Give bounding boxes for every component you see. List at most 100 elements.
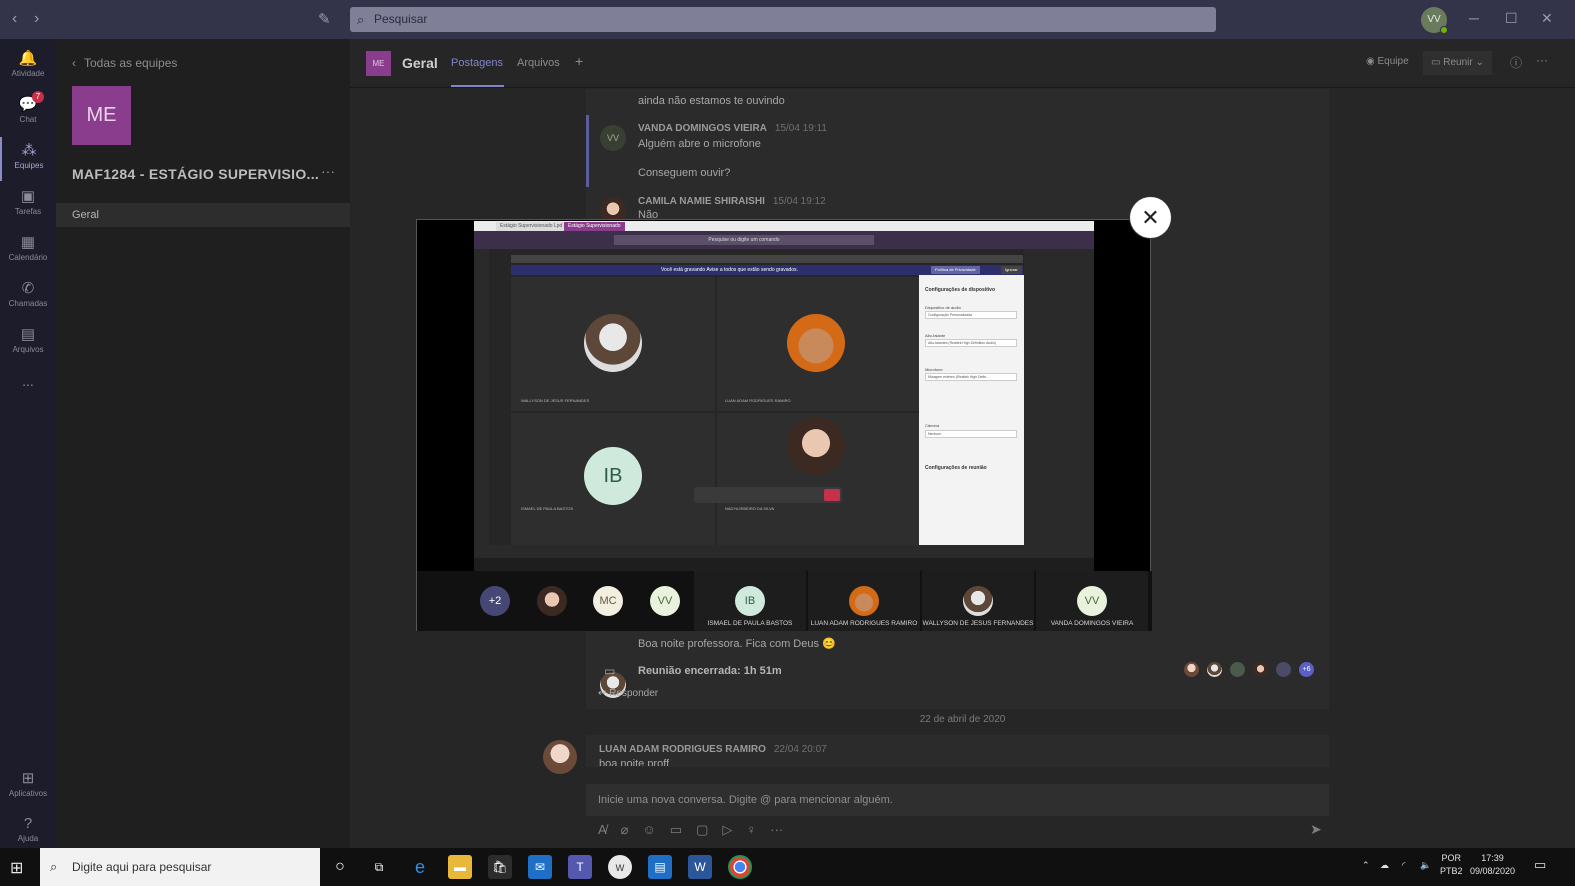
edge-icon[interactable]: e bbox=[408, 855, 432, 879]
message-text: Boa noite professora. Fica com Deus 😊 bbox=[638, 638, 836, 650]
clock-date: 09/08/2020 bbox=[1470, 866, 1516, 876]
add-tab-button[interactable]: + bbox=[575, 53, 583, 69]
rail-item-files[interactable]: ▤ Arquivos bbox=[0, 321, 56, 365]
compose-icon[interactable]: ✎ bbox=[318, 10, 336, 28]
taskbar-search-input[interactable]: ⌕ Digite aqui para pesquisar bbox=[40, 848, 320, 886]
more-options-button[interactable]: ··· bbox=[1536, 53, 1548, 67]
language-indicator[interactable]: POR PTB2 bbox=[1440, 852, 1463, 878]
message-time: 15/04 19:12 bbox=[772, 196, 826, 207]
rail-label: Chat bbox=[19, 115, 37, 124]
user-initials: VV bbox=[1427, 14, 1441, 25]
panel-subtitle: Configurações de reunião bbox=[925, 465, 987, 471]
rail-more-button[interactable]: ... bbox=[0, 371, 56, 391]
volume-icon[interactable]: 🔈 bbox=[1420, 859, 1431, 872]
participant-avatar bbox=[1184, 662, 1199, 677]
policy-button: Política de Privacidade bbox=[931, 266, 980, 274]
minimize-icon[interactable]: ─ bbox=[1469, 10, 1479, 26]
gif-icon[interactable]: ▭ bbox=[670, 822, 682, 837]
participant-cell: IB ISMAEL DE PAULA BASTOS bbox=[694, 571, 806, 631]
wifi-icon[interactable]: ◜ bbox=[1402, 859, 1406, 872]
onedrive-icon[interactable]: ☁ bbox=[1380, 859, 1389, 872]
message-time: 15/04 19:11 bbox=[774, 123, 827, 134]
teams-taskbar-icon[interactable]: T bbox=[568, 855, 592, 879]
word-icon[interactable]: W bbox=[688, 855, 712, 879]
clock-time: 17:39 bbox=[1481, 853, 1504, 863]
message-card: LUAN ADAM RODRIGUES RAMIRO 22/04 20:07 bo… bbox=[586, 735, 1329, 767]
back-arrow-icon[interactable]: ‹ bbox=[12, 10, 17, 28]
search-input[interactable]: ⌕ Pesquisar bbox=[350, 7, 1216, 32]
windows-start-icon[interactable]: ⊞ bbox=[10, 858, 23, 878]
tile-name: LUAN ADAM RODRIGUES RAMIRO bbox=[725, 398, 791, 403]
files-icon: ▤ bbox=[20, 326, 36, 343]
team-logo: ME bbox=[72, 86, 131, 145]
team-panel: ‹ Todas as equipes ME MAF1284 - ESTÁGIO S… bbox=[56, 39, 350, 848]
tab-postagens[interactable]: Postagens bbox=[451, 57, 503, 69]
user-avatar[interactable]: VV bbox=[1421, 7, 1448, 34]
mail-icon[interactable]: ✉ bbox=[528, 855, 552, 879]
keyboard-code: PTB2 bbox=[1440, 866, 1463, 876]
active-tab-indicator bbox=[451, 85, 504, 87]
forward-arrow-icon[interactable]: › bbox=[34, 10, 39, 28]
channel-item-geral[interactable]: Geral bbox=[56, 203, 350, 227]
app-icon[interactable]: w bbox=[608, 855, 632, 879]
format-icon[interactable]: A̸ bbox=[598, 822, 607, 837]
participant-name: ISMAEL DE PAULA BASTOS bbox=[707, 620, 793, 627]
inner-banner bbox=[511, 255, 1023, 263]
reply-label: Responder bbox=[609, 688, 659, 699]
more-tools-icon[interactable]: ··· bbox=[770, 822, 783, 837]
sticker-icon[interactable]: ▢ bbox=[696, 822, 708, 837]
bell-icon: 🔔 bbox=[18, 50, 38, 67]
message-author: LUAN ADAM RODRIGUES RAMIRO 22/04 20:07 bbox=[599, 744, 827, 755]
praise-icon[interactable]: ♀ bbox=[746, 822, 756, 837]
tile-name: NADYA RIBEIRO DA SILVA bbox=[725, 506, 775, 511]
close-window-icon[interactable]: ✕ bbox=[1541, 10, 1553, 27]
rail-label: Aplicativos bbox=[8, 789, 48, 798]
inner-taskbar bbox=[474, 558, 1094, 571]
team-button[interactable]: ◉ Equipe bbox=[1366, 56, 1409, 67]
rail-item-activity[interactable]: 🔔 Atividade bbox=[0, 45, 56, 89]
panel-label: Câmera bbox=[925, 423, 940, 428]
rail-item-calls[interactable]: ✆ Chamadas bbox=[0, 275, 56, 319]
task-view-icon[interactable]: ⧉ bbox=[367, 855, 391, 879]
team-more-button[interactable]: ··· bbox=[321, 163, 335, 179]
browser-tab: Estágio Supervisionado bbox=[564, 222, 625, 231]
rail-item-chat[interactable]: 💬 7 Chat bbox=[0, 91, 56, 135]
store-icon[interactable]: 🛍 bbox=[488, 855, 512, 879]
attach-icon[interactable]: ⌀ bbox=[621, 822, 629, 837]
clock[interactable]: 17:39 09/08/2020 bbox=[1470, 852, 1515, 878]
more-participants: +2 bbox=[480, 586, 510, 616]
rail-item-teams[interactable]: ⁂ Equipes bbox=[0, 137, 56, 181]
rail-item-apps[interactable]: ⊞ Aplicativos bbox=[0, 765, 56, 809]
phone-icon: ✆ bbox=[21, 280, 35, 297]
meet-button[interactable]: ▭ Reunir ⌄ bbox=[1423, 51, 1492, 75]
file-explorer-icon[interactable]: ▬ bbox=[448, 855, 472, 879]
team-button-label: Equipe bbox=[1377, 56, 1409, 67]
cortana-icon[interactable]: ○ bbox=[328, 855, 352, 879]
all-teams-link[interactable]: ‹ Todas as equipes bbox=[72, 56, 177, 70]
reply-button[interactable]: ↩ Responder bbox=[598, 688, 658, 699]
close-viewer-button[interactable]: ✕ bbox=[1130, 197, 1171, 238]
notification-icon[interactable]: ▭ bbox=[1534, 858, 1546, 871]
compose-box[interactable]: Inicie uma nova conversa. Digite @ para … bbox=[586, 784, 1329, 816]
send-icon[interactable]: ➤ bbox=[1310, 821, 1322, 838]
teams-icon: ⁂ bbox=[21, 142, 37, 159]
emoji-icon[interactable]: ☺ bbox=[643, 822, 656, 837]
maximize-icon[interactable]: ☐ bbox=[1505, 10, 1518, 27]
tray-chevron-icon[interactable]: ⌃ bbox=[1362, 859, 1370, 872]
app-icon[interactable]: ▤ bbox=[648, 855, 672, 879]
participants-more[interactable]: +6 bbox=[1299, 662, 1314, 677]
rail-item-tasks[interactable]: ▣ Tarefas bbox=[0, 183, 56, 227]
rail-label: Chamadas bbox=[8, 299, 48, 308]
device-settings-panel: Configurações de dispositivo Dispositivo… bbox=[919, 275, 1024, 545]
participant-name: VANDA DOMINGOS VIEIRA bbox=[1050, 620, 1134, 627]
rail-item-calendar[interactable]: ▦ Calendário bbox=[0, 229, 56, 273]
chrome-icon[interactable] bbox=[728, 855, 752, 879]
tile-name: WALLYSON DE JESUS FERNANDES bbox=[521, 398, 590, 403]
info-icon[interactable]: ⓘ bbox=[1510, 54, 1522, 71]
video-tile: NADYA RIBEIRO DA SILVA bbox=[717, 413, 921, 545]
participant-avatar bbox=[1207, 662, 1222, 677]
chevron-left-icon: ‹ bbox=[72, 56, 76, 70]
tab-arquivos[interactable]: Arquivos bbox=[517, 57, 560, 69]
recording-banner: Você está gravando Avise a todos que est… bbox=[511, 265, 1023, 275]
meet-now-icon[interactable]: ▷ bbox=[722, 822, 732, 837]
